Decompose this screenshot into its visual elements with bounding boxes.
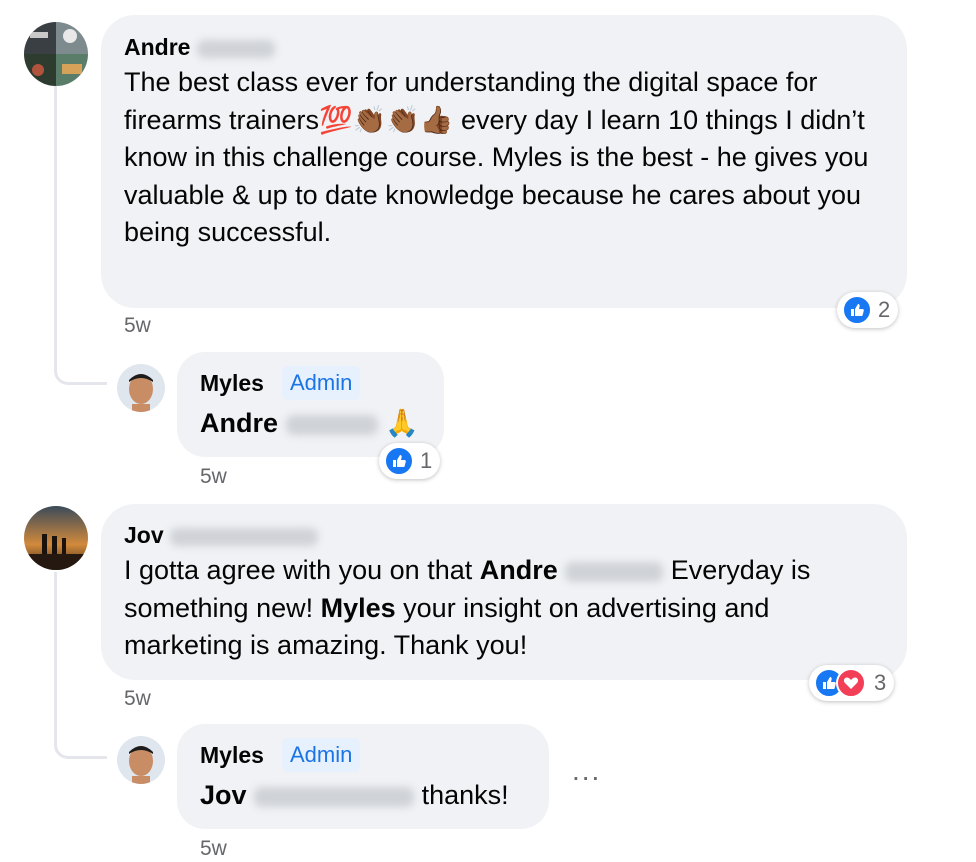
comment-author-andre[interactable]: Andre [124,34,275,61]
avatar-myles-2[interactable] [117,736,165,784]
mention-myles[interactable]: Myles [321,593,396,623]
comment-time-andre[interactable]: 5w [124,314,151,338]
reply-text-myles-2: Jov thanks! [200,777,509,815]
reply-author-myles-2[interactable]: Myles [200,742,264,769]
reaction-count: 2 [878,297,891,322]
reply-time-myles-2[interactable]: 5w [200,837,227,861]
mention-jov[interactable]: Jov [200,780,247,810]
reply-text-myles-1: Andre 🙏 [200,405,419,443]
redacted-surname [196,39,275,58]
heart-icon [836,668,866,698]
comment-text-jov: I gotta agree with you on that Andre Eve… [124,552,894,665]
reaction-count: 3 [874,670,887,695]
reply-time-myles-1[interactable]: 5w [200,465,227,489]
more-icon[interactable]: ... [572,755,601,787]
admin-badge-1: Admin [282,366,361,400]
reply-text: thanks! [421,780,509,810]
comment-text-andre: The best class ever for understanding th… [124,67,869,247]
avatar-andre[interactable] [24,22,88,86]
redacted-surname [285,414,378,435]
mention-andre[interactable]: Andre [200,408,278,438]
redacted-surname [254,786,415,807]
comment-time-jov[interactable]: 5w [124,687,151,711]
author-name[interactable]: Andre [124,34,190,60]
reactions-myles-1[interactable]: 1 [379,443,441,479]
emoji: 🙏 [385,408,419,438]
comment-author-jov[interactable]: Jov [124,522,319,549]
reactions-andre[interactable]: 2 [837,292,899,328]
redacted-surname [170,527,319,546]
like-icon [842,295,872,325]
reaction-count: 1 [420,448,433,473]
text-segment: I gotta agree with you on that [124,555,480,585]
admin-badge-2: Admin [282,738,361,772]
author-name[interactable]: Jov [124,522,164,548]
avatar-myles[interactable] [117,364,165,412]
reply-author-myles-1[interactable]: Myles [200,370,264,397]
avatar-jov[interactable] [24,506,88,570]
mention-andre[interactable]: Andre [480,555,558,585]
redacted-surname [565,561,664,582]
reactions-jov[interactable]: 3 [809,665,895,701]
thread-line-1 [54,86,107,385]
thread-line-2 [54,572,107,759]
like-icon [384,446,414,476]
